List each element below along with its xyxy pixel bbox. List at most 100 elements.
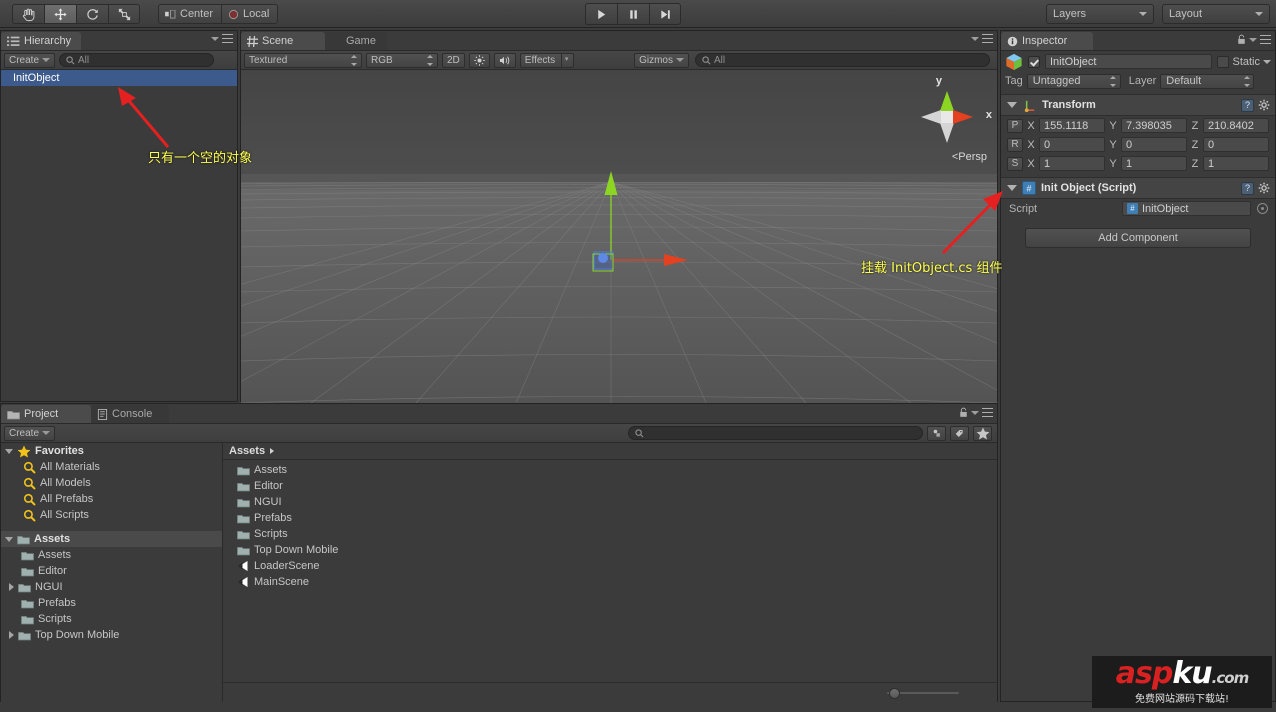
chevron-down-icon[interactable]: [1263, 59, 1271, 64]
project-create-button[interactable]: Create: [4, 425, 56, 441]
scene-2d-toggle[interactable]: 2D: [442, 52, 465, 68]
hierarchy-menu-icon[interactable]: [222, 34, 233, 43]
rotate-tool-button[interactable]: [76, 4, 108, 24]
project-menu-icon[interactable]: [982, 408, 993, 417]
object-picker-icon[interactable]: [1257, 203, 1268, 214]
favorite-item-all-prefabs[interactable]: All Prefabs: [1, 491, 222, 507]
foldout-closed-icon[interactable]: [9, 583, 14, 591]
tree-item-scripts[interactable]: Scripts: [1, 611, 222, 627]
tree-item-editor[interactable]: Editor: [1, 563, 222, 579]
foldout-open-icon[interactable]: [5, 448, 13, 454]
foldout-icon[interactable]: [1007, 185, 1017, 191]
scene-lighting-toggle[interactable]: [468, 52, 490, 68]
content-item-assets[interactable]: Assets: [223, 462, 997, 478]
inspector-menu-icon[interactable]: [1260, 35, 1271, 44]
filter-by-type-button[interactable]: [927, 425, 946, 441]
tab-hierarchy[interactable]: Hierarchy: [1, 32, 82, 50]
favorite-item-all-models[interactable]: All Models: [1, 475, 222, 491]
hierarchy-search-input[interactable]: All: [59, 53, 215, 67]
chevron-down-icon[interactable]: [1249, 37, 1257, 42]
rotation-x-field[interactable]: 0: [1039, 137, 1105, 152]
layers-dropdown[interactable]: Layers: [1046, 4, 1154, 24]
scene-menu-icon[interactable]: [982, 34, 993, 43]
content-item-prefabs[interactable]: Prefabs: [223, 510, 997, 526]
scene-effects-dropdown[interactable]: Effects ▾: [519, 52, 575, 68]
tab-console[interactable]: Console: [91, 405, 169, 423]
scene-viewport[interactable]: y x <Persp: [241, 70, 997, 403]
transform-component-header[interactable]: Transform ?: [1001, 94, 1275, 116]
project-search-input[interactable]: [628, 426, 923, 440]
rotation-y-field[interactable]: 0: [1121, 137, 1187, 152]
content-item-top-down-mobile[interactable]: Top Down Mobile: [223, 542, 997, 558]
gameobject-enabled-checkbox[interactable]: [1028, 55, 1040, 68]
lock-icon[interactable]: [1237, 34, 1246, 45]
content-item-ngui[interactable]: NGUI: [223, 494, 997, 510]
breadcrumb-label[interactable]: Assets: [229, 445, 265, 457]
move-tool-button[interactable]: [44, 4, 76, 24]
scene-search-input[interactable]: All: [695, 53, 990, 67]
scene-audio-toggle[interactable]: [493, 52, 516, 68]
move-gizmo[interactable]: [576, 145, 736, 275]
script-object-field[interactable]: # InitObject: [1122, 201, 1251, 216]
help-icon[interactable]: ?: [1241, 181, 1254, 195]
scale-tool-button[interactable]: [108, 4, 140, 24]
assets-root-row[interactable]: Assets: [1, 531, 222, 547]
favorite-item-all-scripts[interactable]: All Scripts: [1, 507, 222, 523]
tree-item-prefabs[interactable]: Prefabs: [1, 595, 222, 611]
tab-project[interactable]: Project: [1, 405, 91, 423]
play-button[interactable]: [585, 3, 617, 25]
help-icon[interactable]: ?: [1241, 98, 1254, 112]
tab-scene[interactable]: Scene: [241, 32, 325, 50]
position-x-field[interactable]: 155.1118: [1039, 118, 1105, 133]
tree-item-top-down-mobile[interactable]: Top Down Mobile: [1, 627, 222, 643]
pivot-mode-button[interactable]: Center: [158, 4, 222, 24]
tab-inspector[interactable]: Inspector: [1001, 32, 1093, 50]
gear-icon[interactable]: [1258, 182, 1271, 195]
chevron-down-icon[interactable]: [971, 36, 979, 41]
rotation-z-field[interactable]: 0: [1203, 137, 1269, 152]
content-item-scripts[interactable]: Scripts: [223, 526, 997, 542]
chevron-down-icon[interactable]: [971, 410, 979, 415]
step-button[interactable]: [649, 3, 681, 25]
zoom-slider-knob[interactable]: [889, 688, 900, 699]
foldout-open-icon[interactable]: [5, 536, 13, 542]
tree-item-ngui[interactable]: NGUI: [1, 579, 222, 595]
favorites-group[interactable]: Favorites: [1, 443, 222, 459]
position-z-field[interactable]: 210.8402: [1203, 118, 1269, 133]
scale-y-field[interactable]: 1: [1121, 156, 1187, 171]
static-toggle[interactable]: Static: [1217, 55, 1271, 68]
add-component-button[interactable]: Add Component: [1025, 228, 1251, 248]
script-component-header[interactable]: # Init Object (Script) ?: [1001, 177, 1275, 199]
lock-icon[interactable]: [959, 407, 968, 418]
scale-badge[interactable]: S: [1007, 156, 1023, 171]
scene-gizmos-dropdown[interactable]: Gizmos: [634, 52, 689, 68]
scene-color-mode-dropdown[interactable]: RGB: [366, 52, 438, 68]
hierarchy-item-initobject[interactable]: InitObject: [1, 70, 237, 86]
rotation-badge[interactable]: R: [1007, 137, 1023, 152]
position-badge[interactable]: P: [1007, 118, 1023, 133]
scene-draw-mode-dropdown[interactable]: Textured: [244, 52, 362, 68]
foldout-icon[interactable]: [1007, 102, 1017, 108]
gear-icon[interactable]: [1258, 99, 1271, 112]
position-y-field[interactable]: 7.398035: [1121, 118, 1187, 133]
project-zoom-slider[interactable]: [887, 688, 959, 699]
content-item-editor[interactable]: Editor: [223, 478, 997, 494]
filter-by-label-button[interactable]: [950, 425, 969, 441]
tag-dropdown[interactable]: Untagged: [1026, 73, 1121, 89]
layer-dropdown[interactable]: Default: [1160, 73, 1255, 89]
filter-by-favorite-button[interactable]: [973, 425, 992, 441]
favorite-item-all-materials[interactable]: All Materials: [1, 459, 222, 475]
layout-dropdown[interactable]: Layout: [1162, 4, 1270, 24]
scene-perspective-label[interactable]: <Persp: [952, 151, 987, 163]
static-checkbox[interactable]: [1217, 55, 1230, 68]
scene-orientation-gizmo[interactable]: [907, 77, 987, 157]
hierarchy-create-button[interactable]: Create: [4, 52, 56, 68]
chevron-down-icon[interactable]: [211, 36, 219, 41]
foldout-closed-icon[interactable]: [9, 631, 14, 639]
hand-tool-button[interactable]: [12, 4, 44, 24]
tree-item-assets[interactable]: Assets: [1, 547, 222, 563]
scale-z-field[interactable]: 1: [1203, 156, 1269, 171]
scale-x-field[interactable]: 1: [1039, 156, 1105, 171]
pause-button[interactable]: [617, 3, 649, 25]
content-item-mainscene[interactable]: MainScene: [223, 574, 997, 590]
